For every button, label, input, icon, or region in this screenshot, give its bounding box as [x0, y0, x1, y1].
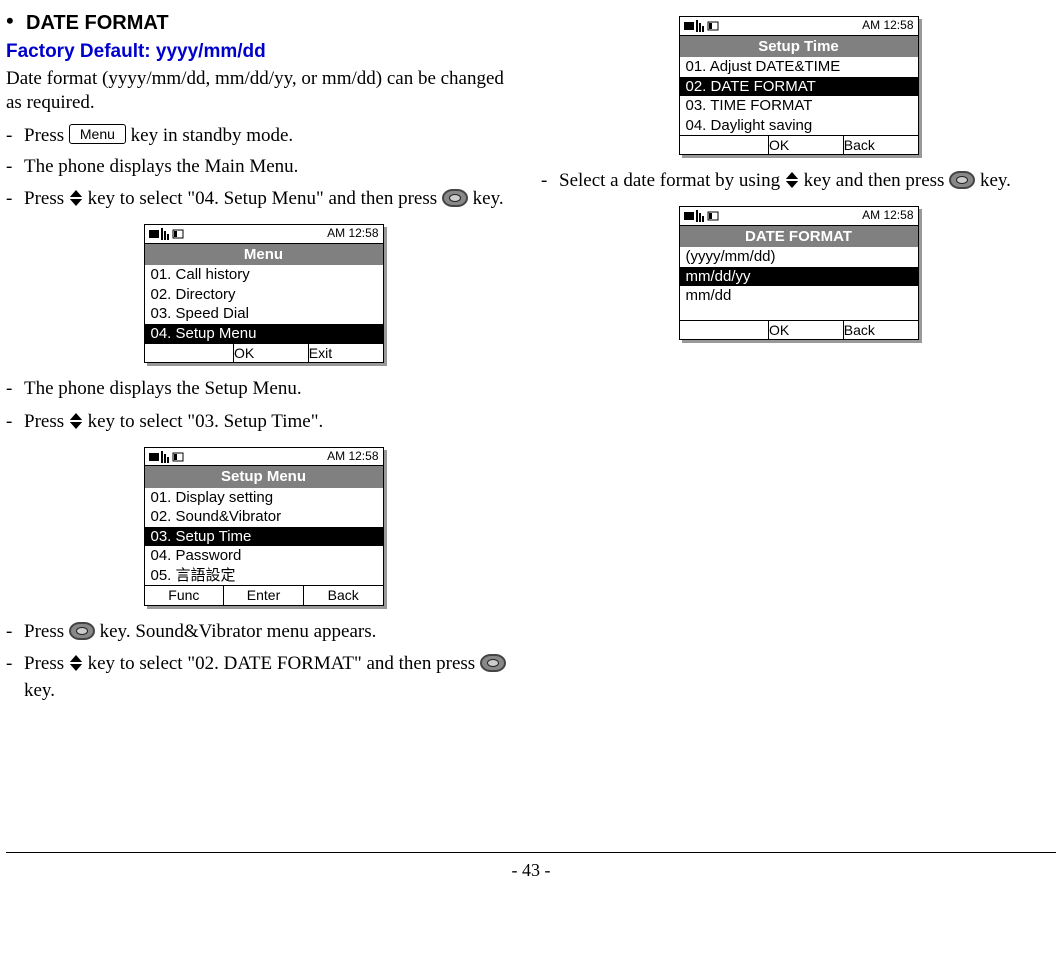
step-text: The phone displays the Main Menu.	[24, 155, 521, 180]
softkey-bar: OK Exit	[145, 343, 383, 362]
menu-item[interactable]: 02. Directory	[145, 285, 383, 305]
screen-setup-time: AM 12:58 Setup Time 01. Adjust DATE&TIME…	[679, 16, 919, 155]
menu-item-selected[interactable]: 02. DATE FORMAT	[680, 77, 918, 97]
step-text: The phone displays the Setup Menu.	[24, 377, 521, 402]
screen-title: Setup Menu	[145, 466, 383, 488]
screen-date-format: AM 12:58 DATE FORMAT (yyyy/mm/dd) mm/dd/…	[679, 206, 919, 340]
section-title: DATE FORMAT	[26, 10, 169, 36]
ok-key-icon	[480, 654, 506, 672]
menu-item[interactable]: 01. Call history	[145, 265, 383, 285]
step-text: Press key to select "03. Setup Time".	[24, 410, 521, 437]
status-icons	[684, 208, 724, 224]
softkey-bar: OK Back	[680, 320, 918, 339]
list-dash: -	[6, 124, 24, 149]
menu-item[interactable]: 03. Speed Dial	[145, 304, 383, 324]
softkey-center[interactable]: OK	[233, 344, 309, 362]
list-dash: -	[6, 410, 24, 437]
menu-item[interactable]: 03. TIME FORMAT	[680, 96, 918, 116]
step-text: Press key to select "04. Setup Menu" and…	[24, 187, 521, 214]
menu-key: Menu	[69, 124, 126, 144]
softkey-center[interactable]: Enter	[224, 586, 304, 604]
menu-item-selected[interactable]: 03. Setup Time	[145, 527, 383, 547]
updown-icon	[69, 189, 83, 214]
ok-key-icon	[949, 171, 975, 189]
updown-icon	[69, 654, 83, 679]
list-dash: -	[6, 620, 24, 645]
softkey-left[interactable]: Func	[145, 586, 225, 604]
menu-item[interactable]: 01. Display setting	[145, 488, 383, 508]
menu-item-selected[interactable]: 04. Setup Menu	[145, 324, 383, 344]
updown-icon	[785, 171, 799, 196]
list-dash: -	[541, 169, 559, 196]
softkey-left[interactable]	[680, 321, 769, 339]
screen-title: Setup Time	[680, 36, 918, 58]
list-dash: -	[6, 187, 24, 214]
softkey-right[interactable]: Back	[304, 586, 383, 604]
step-text: Press key to select "02. DATE FORMAT" an…	[24, 652, 521, 703]
softkey-center[interactable]: OK	[768, 136, 844, 154]
menu-item[interactable]: (yyyy/mm/dd)	[680, 247, 918, 267]
status-icons	[149, 226, 189, 242]
softkey-right[interactable]: Back	[844, 321, 918, 339]
menu-item[interactable]: mm/dd	[680, 286, 918, 306]
screen-title: DATE FORMAT	[680, 226, 918, 248]
left-column: • DATE FORMAT Factory Default: yyyy/mm/d…	[6, 10, 521, 712]
status-clock: AM 12:58	[862, 18, 913, 34]
list-dash: -	[6, 652, 24, 703]
intro-paragraph: Date format (yyyy/mm/dd, mm/dd/yy, or mm…	[6, 67, 521, 116]
menu-item[interactable]: 04. Daylight saving	[680, 116, 918, 136]
softkey-center[interactable]: OK	[768, 321, 844, 339]
menu-item[interactable]: 05. 言語設定	[145, 566, 383, 586]
right-column: AM 12:58 Setup Time 01. Adjust DATE&TIME…	[541, 10, 1056, 712]
page-number: - 43 -	[6, 852, 1056, 882]
list-dash: -	[6, 377, 24, 402]
section-bullet: •	[6, 10, 26, 40]
softkey-bar: Func Enter Back	[145, 585, 383, 604]
screen-main-menu: AM 12:58 Menu 01. Call history 02. Direc…	[144, 224, 384, 363]
softkey-bar: OK Back	[680, 135, 918, 154]
softkey-right[interactable]: Back	[844, 136, 918, 154]
ok-key-icon	[442, 189, 468, 207]
menu-item[interactable]: 04. Password	[145, 546, 383, 566]
status-clock: AM 12:58	[862, 208, 913, 224]
status-clock: AM 12:58	[327, 449, 378, 465]
menu-item[interactable]: 02. Sound&Vibrator	[145, 507, 383, 527]
factory-default: Factory Default: yyyy/mm/dd	[6, 40, 521, 65]
step-text: Select a date format by using key and th…	[559, 169, 1056, 196]
menu-item-selected[interactable]: mm/dd/yy	[680, 267, 918, 287]
step-text: Press Menu key in standby mode.	[24, 124, 521, 149]
status-icons	[684, 18, 724, 34]
softkey-left[interactable]	[680, 136, 769, 154]
softkey-left[interactable]	[145, 344, 234, 362]
status-icons	[149, 449, 189, 465]
softkey-right[interactable]: Exit	[309, 344, 383, 362]
step-text: Press key. Sound&Vibrator menu appears.	[24, 620, 521, 645]
screen-setup-menu: AM 12:58 Setup Menu 01. Display setting …	[144, 447, 384, 606]
updown-icon	[69, 412, 83, 437]
screen-title: Menu	[145, 244, 383, 266]
ok-key-icon	[69, 622, 95, 640]
menu-item[interactable]: 01. Adjust DATE&TIME	[680, 57, 918, 77]
list-dash: -	[6, 155, 24, 180]
status-clock: AM 12:58	[327, 226, 378, 242]
